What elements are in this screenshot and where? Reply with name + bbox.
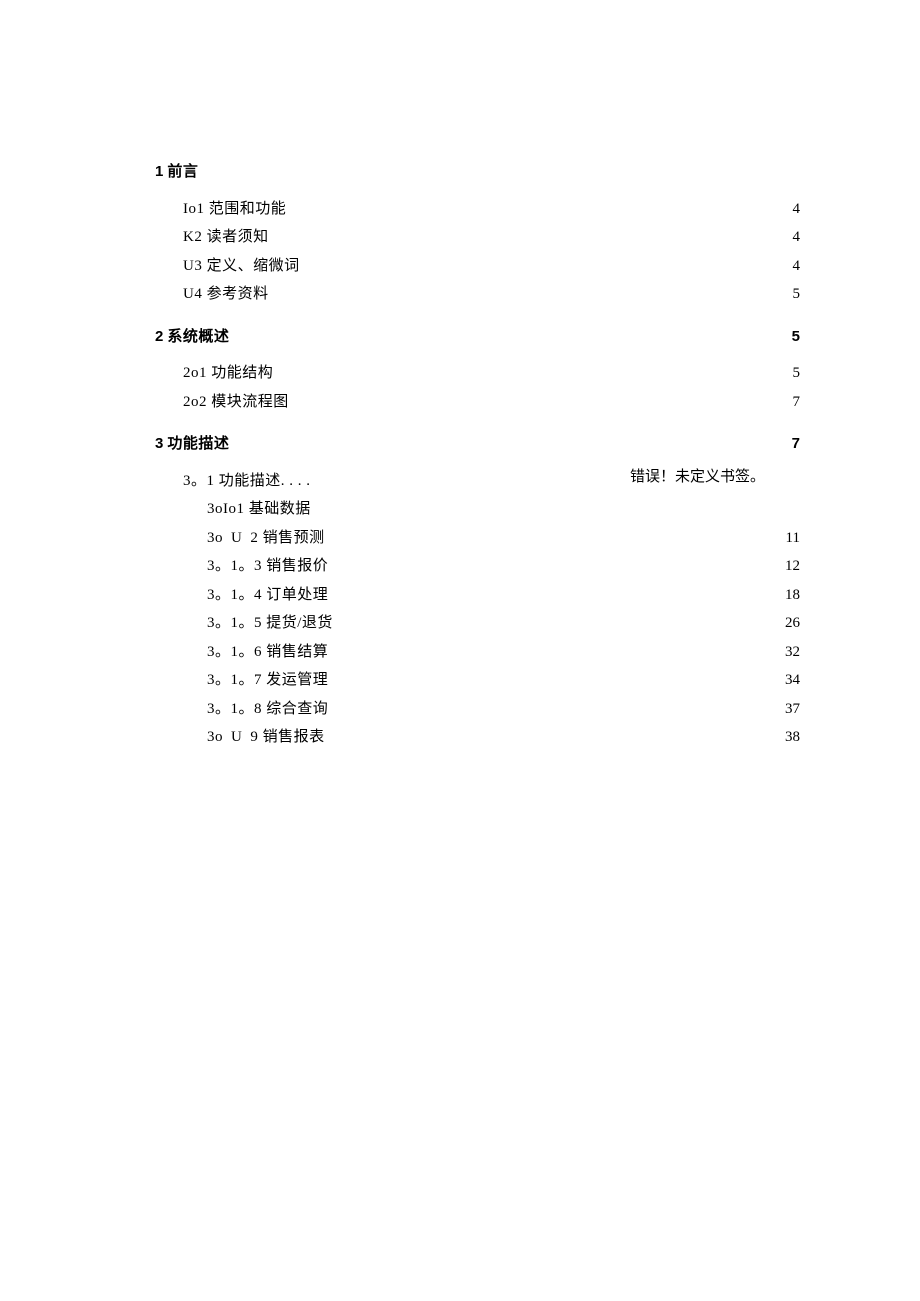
toc-entry: 3o U 2 销售预测 11	[155, 524, 800, 553]
toc-page-num: 34	[776, 666, 800, 695]
toc-error-note: 错误！未定义书签。	[630, 467, 770, 488]
toc-heading-1: 1 前言	[155, 158, 800, 187]
toc-label: 3。1。3 销售报价	[207, 552, 328, 581]
toc-entry: U4 参考资料 5	[155, 280, 800, 309]
toc-label: 3。1。5 提货/退货	[207, 609, 333, 638]
toc-label: Io1 范围和功能	[183, 195, 286, 224]
toc-page-num: 5	[776, 280, 800, 309]
toc-entry: 3。1。5 提货/退货 26	[155, 609, 800, 638]
toc-entry: 3。1。4 订单处理 18	[155, 581, 800, 610]
toc-label: 3。1。7 发运管理	[207, 666, 328, 695]
toc-heading-3-num: 3	[155, 430, 163, 459]
toc-page-num: 38	[776, 723, 800, 752]
toc-page-num: 4	[776, 195, 800, 224]
toc-page-num: 37	[776, 695, 800, 724]
toc-page: 1 前言 Io1 范围和功能 4 K2 读者须知 4 U3 定义、缩微词 4 U…	[0, 0, 920, 1301]
toc-entry: K2 读者须知 4	[155, 223, 800, 252]
toc-label: 3。1。4 订单处理	[207, 581, 328, 610]
toc-heading-2-num: 2	[155, 323, 163, 352]
toc-label: K2 读者须知	[183, 223, 269, 252]
toc-label: 3o U 9 销售报表	[207, 723, 325, 752]
toc-label: U3 定义、缩微词	[183, 252, 300, 281]
toc-heading-3-text: 功能描述	[167, 430, 229, 459]
toc-label: 2o2 模块流程图	[183, 388, 289, 417]
toc-label: 3o U 2 销售预测	[207, 524, 325, 553]
toc-page-num: 12	[776, 552, 800, 581]
toc-entry: Io1 范围和功能 4	[155, 195, 800, 224]
toc-entry: 2o2 模块流程图 7	[155, 388, 800, 417]
toc-entry: U3 定义、缩微词 4	[155, 252, 800, 281]
toc-page-num: 11	[776, 524, 800, 553]
toc-heading-2: 2 系统概述 5	[155, 323, 800, 352]
toc-entry: 3。1。8 综合查询 37	[155, 695, 800, 724]
toc-label: 3。1。6 销售结算	[207, 638, 328, 667]
toc-page-num: 26	[776, 609, 800, 638]
toc-page-num: 5	[776, 359, 800, 388]
toc-label: U4 参考资料	[183, 280, 269, 309]
toc-page-num: 7	[776, 430, 800, 459]
toc-page-num: 18	[776, 581, 800, 610]
toc-label: 2o1 功能结构	[183, 359, 273, 388]
toc-page-num: 4	[776, 252, 800, 281]
toc-error-block: 3。1 功能描述. . . . 3oIo1 基础数据 错误！未定义书签。	[183, 467, 800, 524]
toc-page-num: 4	[776, 223, 800, 252]
toc-heading-3: 3 功能描述 7	[155, 430, 800, 459]
toc-label: 3。1 功能描述. . . .	[183, 473, 311, 489]
toc-heading-1-num: 1	[155, 158, 163, 187]
toc-entry: 3。1。6 销售结算 32	[155, 638, 800, 667]
toc-page-num: 7	[776, 388, 800, 417]
toc-entry-error-line2: 3oIo1 基础数据	[183, 495, 800, 524]
toc-label: 3。1。8 综合查询	[207, 695, 328, 724]
toc-heading-1-text: 前言	[167, 158, 198, 187]
toc-label: 3oIo1 基础数据	[207, 501, 311, 517]
toc-entry: 3o U 9 销售报表 38	[155, 723, 800, 752]
toc-entry: 2o1 功能结构 5	[155, 359, 800, 388]
toc-entry: 3。1。7 发运管理 34	[155, 666, 800, 695]
toc-page-num: 32	[776, 638, 800, 667]
toc-heading-2-text: 系统概述	[167, 323, 229, 352]
toc-page-num: 5	[776, 323, 800, 352]
toc-entry: 3。1。3 销售报价 12	[155, 552, 800, 581]
